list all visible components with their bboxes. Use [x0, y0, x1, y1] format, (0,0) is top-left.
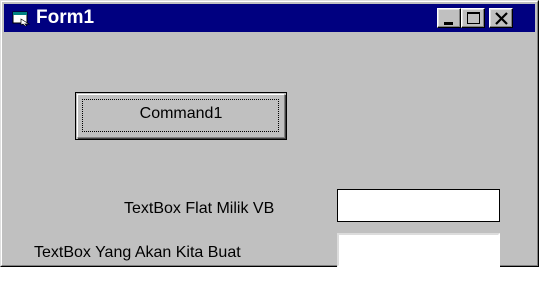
window-title: Form1	[36, 7, 95, 28]
close-icon	[495, 12, 508, 25]
form-icon[interactable]	[12, 10, 31, 27]
minimize-icon	[444, 22, 453, 25]
title-bar[interactable]: Form1	[4, 4, 535, 32]
maximize-button[interactable]	[461, 8, 485, 28]
maximize-icon	[467, 12, 480, 24]
form-client-area	[4, 33, 535, 263]
custom-textbox-label: TextBox Yang Akan Kita Buat	[34, 244, 241, 261]
command1-label: Command1	[139, 105, 223, 122]
flat-textbox[interactable]	[337, 189, 500, 222]
flat-textbox-label: TextBox Flat Milik VB	[124, 200, 275, 217]
custom-textbox[interactable]	[337, 233, 500, 267]
close-button[interactable]	[489, 8, 513, 28]
form1-window: Form1 Command1 TextBox Flat Milik VB Tex…	[0, 0, 539, 267]
command1-button[interactable]: Command1	[75, 92, 287, 140]
minimize-button[interactable]	[437, 8, 461, 28]
